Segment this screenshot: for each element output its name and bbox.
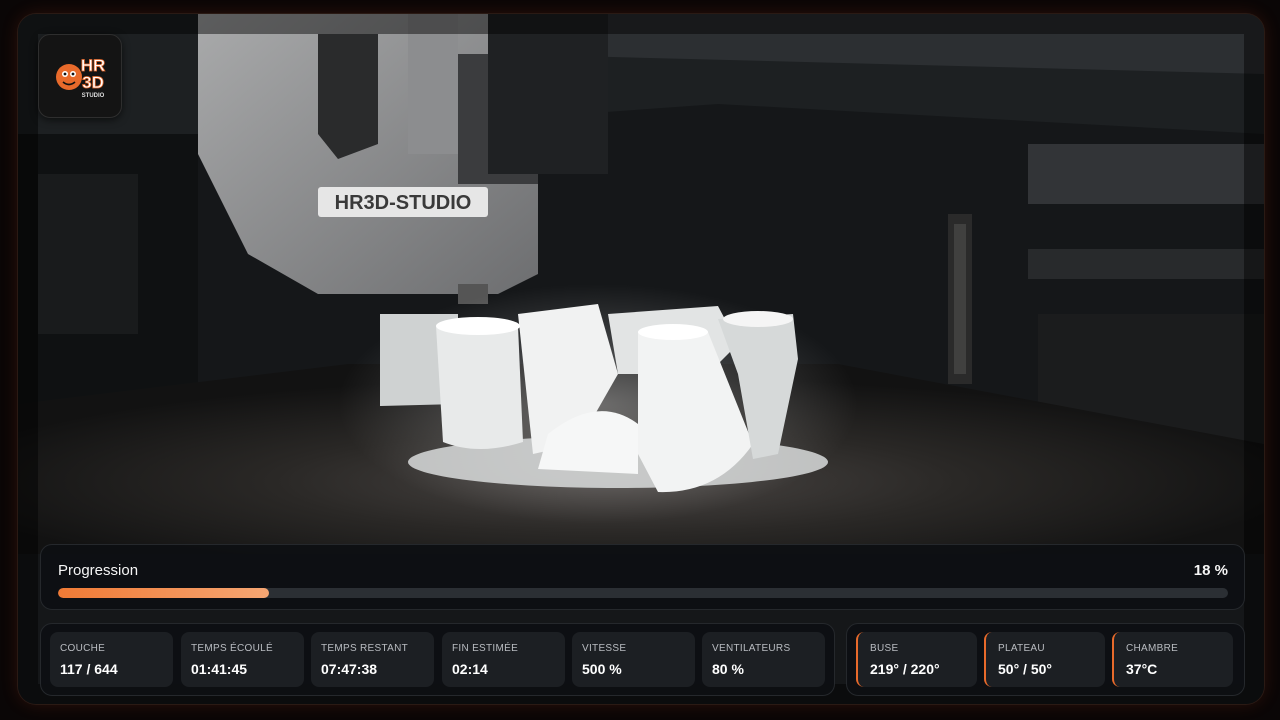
stat-card-speed: VITESSE 500 % [572, 632, 695, 687]
temp-value: 50° / 50° [998, 661, 1053, 677]
stat-label: TEMPS RESTANT [321, 643, 409, 654]
stat-card-fans: VENTILATEURS 80 % [702, 632, 825, 687]
stat-label: FIN ESTIMÉE [452, 643, 519, 654]
stat-value: 80 % [712, 661, 744, 677]
stat-value: 07:47:38 [321, 661, 378, 677]
progress-bar [58, 588, 1228, 598]
temp-value: 37°C [1126, 661, 1158, 677]
progress-bar-fill [58, 588, 269, 598]
temp-card-bed: PLATEAU 50° / 50° [984, 632, 1105, 687]
stat-label: VITESSE [582, 643, 627, 654]
temp-label: CHAMBRE [1126, 643, 1179, 654]
temp-label: PLATEAU [998, 643, 1045, 654]
progress-percent: 18 % [1193, 562, 1228, 579]
temp-card-chamber: CHAMBRE 37°C [1112, 632, 1233, 687]
temp-label: BUSE [870, 643, 899, 654]
stat-card-layer: COUCHE 117 / 644 [50, 632, 173, 687]
temperatures-panel: BUSE 219° / 220° PLATEAU 50° / 50° CHAMB… [846, 623, 1245, 696]
stat-card-estimated-end: FIN ESTIMÉE 02:14 [442, 632, 565, 687]
progress-panel: Progression 18 % [40, 544, 1245, 610]
stat-label: TEMPS ÉCOULÉ [191, 643, 273, 654]
print-stats-panel: COUCHE 117 / 644 TEMPS ÉCOULÉ 01:41:45 T… [40, 623, 835, 696]
hr3d-studio-logo: HR 3D STUDIO [38, 34, 122, 118]
stat-label: COUCHE [60, 643, 106, 654]
camera-frame: HR3D-STUDIO HR 3D STUDIO Progression 18 … [18, 14, 1264, 704]
stat-value: 117 / 644 [60, 661, 118, 677]
watermark-text: HR3D-STUDIO [335, 192, 472, 214]
stat-value: 500 % [582, 661, 622, 677]
stat-value: 01:41:45 [191, 661, 248, 677]
stat-card-elapsed-time: TEMPS ÉCOULÉ 01:41:45 [181, 632, 304, 687]
stat-label: VENTILATEURS [712, 643, 791, 654]
logo-text-sub: STUDIO [82, 93, 105, 99]
stat-card-remaining-time: TEMPS RESTANT 07:47:38 [311, 632, 434, 687]
temp-value: 219° / 220° [870, 661, 940, 677]
logo-icon: HR 3D STUDIO [56, 56, 106, 99]
temp-card-nozzle: BUSE 219° / 220° [856, 632, 977, 687]
stat-value: 02:14 [452, 661, 488, 677]
logo-text-bottom: 3D [82, 73, 104, 92]
progress-label: Progression [58, 562, 139, 579]
